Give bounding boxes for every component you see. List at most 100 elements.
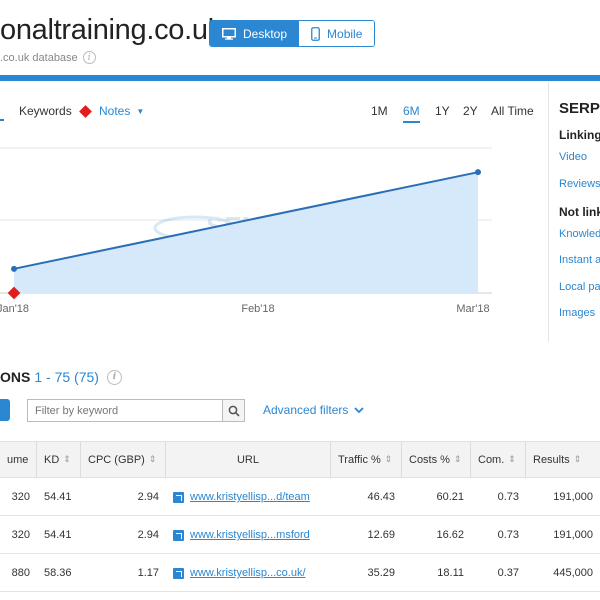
series-area-fill <box>14 172 478 293</box>
advanced-filters-label: Advanced filters <box>263 403 349 417</box>
column-header-label: CPC (GBP) <box>88 453 145 466</box>
cell-traffic: 35.29 <box>367 567 395 579</box>
column-header-competition[interactable]: Com. ⇕ <box>471 442 526 477</box>
phone-icon <box>311 26 320 41</box>
table-header: ume KD ⇕ CPC (GBP) ⇕ URL Traffic % ⇕ Costs … <box>0 441 600 478</box>
header-divider <box>0 75 600 81</box>
x-tick-jan: Jan'18 <box>0 303 29 315</box>
domain-title: onaltraining.co.uk <box>0 14 222 46</box>
cell-volume: 320 <box>11 491 30 503</box>
column-header-traffic[interactable]: Traffic % ⇕ <box>331 442 402 477</box>
cell-competition: 0.73 <box>497 529 519 541</box>
data-point-jan[interactable] <box>11 265 17 272</box>
cell-url: www.kristyellisp...msford <box>166 516 331 554</box>
table-row: 320 54.41 2.94 www.kristyellisp...d/team… <box>0 478 600 516</box>
cell-cpc: 2.94 <box>137 529 159 541</box>
column-header-cpc[interactable]: CPC (GBP) ⇕ <box>81 442 166 477</box>
external-link-icon[interactable] <box>173 567 184 579</box>
x-tick-feb: Feb'18 <box>241 303 274 315</box>
database-label: .co.uk database i <box>0 51 96 64</box>
serp-item-images[interactable]: Images <box>559 307 595 319</box>
database-text: .co.uk database <box>0 51 78 64</box>
monitor-icon <box>222 27 236 40</box>
cell-costs: 16.62 <box>436 529 464 541</box>
table-row: 320 54.41 2.94 www.kristyellisp...msford… <box>0 516 600 554</box>
serp-item-instant[interactable]: Instant a <box>559 254 600 266</box>
range-2y[interactable]: 2Y <box>463 104 478 118</box>
column-header-label: ume <box>7 453 29 466</box>
serp-item-local[interactable]: Local pa <box>559 281 600 293</box>
sort-icon: ⇕ <box>573 454 582 464</box>
cell-competition: 0.73 <box>497 491 519 503</box>
serp-linking-heading: Linking <box>559 128 600 142</box>
cell-results: 191,000 <box>553 491 593 503</box>
section-title-text: ONS <box>0 369 31 385</box>
cell-cpc: 2.94 <box>137 491 159 503</box>
search-icon <box>228 405 240 417</box>
cell-url: www.kristyellisp...d/team <box>166 478 331 516</box>
column-header-kd[interactable]: KD ⇕ <box>37 442 81 477</box>
column-header-url[interactable]: URL <box>166 442 331 477</box>
serp-item-knowledge[interactable]: Knowled <box>559 228 600 240</box>
mobile-label: Mobile <box>327 26 363 41</box>
column-header-label: Costs % <box>409 453 450 466</box>
range-all-time[interactable]: All Time <box>491 104 534 118</box>
cell-results: 191,000 <box>553 529 593 541</box>
info-icon[interactable]: i <box>82 51 96 64</box>
range-1y[interactable]: 1Y <box>435 104 450 118</box>
cell-results: 445,000 <box>553 567 593 579</box>
external-link-icon[interactable] <box>173 491 184 503</box>
column-header-costs[interactable]: Costs % ⇕ <box>402 442 471 477</box>
serp-item-reviews[interactable]: Reviews <box>559 178 600 190</box>
sort-icon: ⇕ <box>508 454 516 464</box>
sort-icon: ⇕ <box>63 454 71 464</box>
cell-costs: 18.11 <box>437 567 464 579</box>
cell-url: www.kristyellisp...co.uk/ <box>166 554 331 592</box>
export-button[interactable] <box>0 399 10 421</box>
url-link[interactable]: www.kristyellisp...d/team <box>190 491 310 503</box>
sort-icon: ⇕ <box>384 454 393 464</box>
notes-label: Notes <box>99 104 131 118</box>
cell-competition: 0.37 <box>497 567 519 579</box>
column-header-results[interactable]: Results ⇕ <box>526 442 600 477</box>
chevron-down-icon <box>354 406 365 413</box>
cell-traffic: 46.43 <box>367 491 395 503</box>
mobile-button[interactable]: Mobile <box>299 21 375 46</box>
device-toggle: Desktop Mobile <box>209 20 376 47</box>
advanced-filters-toggle[interactable]: Advanced filters <box>263 403 365 417</box>
cell-volume: 880 <box>11 567 30 579</box>
cell-traffic: 12.69 <box>367 529 395 541</box>
desktop-button[interactable]: Desktop <box>210 21 300 46</box>
x-tick-mar: Mar'18 <box>456 303 489 315</box>
serp-not-linking-heading: Not link <box>559 205 600 219</box>
url-link[interactable]: www.kristyellisp...co.uk/ <box>190 567 306 579</box>
range-1m[interactable]: 1M <box>371 104 388 118</box>
keyword-filter <box>27 399 245 422</box>
positions-heading: ONS 1 - 75 (75) i <box>0 369 122 385</box>
info-icon[interactable]: i <box>106 369 122 385</box>
sort-icon: ⇕ <box>453 454 462 464</box>
notes-dropdown[interactable]: Notes ▼ <box>79 104 144 118</box>
range-6m[interactable]: 6M <box>403 104 420 123</box>
tab-keywords[interactable]: Keywords <box>19 104 72 118</box>
note-diamond-icon <box>79 104 92 118</box>
keyword-filter-input[interactable] <box>28 400 222 421</box>
desktop-label: Desktop <box>243 26 288 41</box>
column-header-label: Traffic % <box>338 453 381 466</box>
column-header-label: URL <box>236 453 259 466</box>
cell-costs: 60.21 <box>436 491 464 503</box>
column-header-volume[interactable]: ume <box>0 442 37 477</box>
traffic-chart: SEMRUSH Jan'18 Feb'18 Mar'18 <box>0 147 492 315</box>
data-point-mar[interactable] <box>475 169 481 176</box>
external-link-icon[interactable] <box>173 529 184 541</box>
cell-kd: 54.41 <box>44 529 72 541</box>
url-link[interactable]: www.kristyellisp...msford <box>190 529 310 541</box>
column-header-label: Results <box>533 453 570 466</box>
column-header-label: KD <box>44 453 60 466</box>
filter-search-button[interactable] <box>222 400 244 421</box>
results-range: 1 - 75 (75) <box>34 369 99 385</box>
active-tab-underline <box>0 119 4 121</box>
table-row: 880 58.36 1.17 www.kristyellisp...co.uk/… <box>0 554 600 592</box>
serp-item-video[interactable]: Video <box>559 151 587 163</box>
serp-title: SERP <box>559 100 600 117</box>
